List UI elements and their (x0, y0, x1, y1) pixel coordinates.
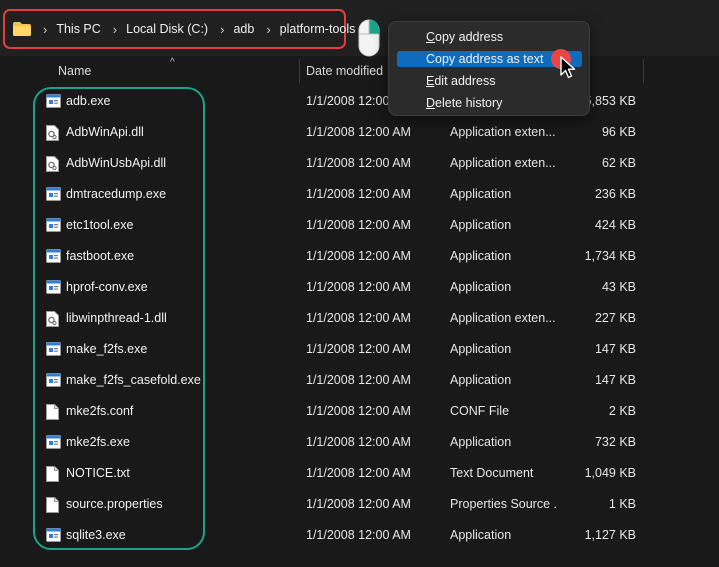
column-name[interactable]: Name (58, 64, 91, 78)
file-date-modified: 1/1/2008 12:00 AM (306, 218, 411, 232)
chevron-right-icon[interactable]: › (113, 22, 117, 37)
file-type: Application exten... (450, 156, 556, 170)
column-date-modified[interactable]: Date modified (306, 64, 383, 78)
file-date-modified: 1/1/2008 12:00 AM (306, 528, 411, 542)
file-size: 1 KB (608, 497, 636, 511)
file-date-modified: 1/1/2008 12:00 AM (306, 373, 411, 387)
menu-label: elete history (435, 96, 503, 110)
chevron-right-icon[interactable]: › (220, 22, 224, 37)
file-size: 147 KB (594, 342, 636, 356)
breadcrumb-local-disk[interactable]: Local Disk (C:) (126, 22, 208, 36)
file-type: Application (450, 528, 512, 542)
menu-label: dit address (434, 74, 496, 88)
file-type: Properties Source ... (450, 497, 558, 511)
menu-accel: D (426, 96, 436, 110)
file-size: 2 KB (608, 404, 636, 418)
file-type: Application (450, 373, 512, 387)
file-date-modified: 1/1/2008 12:00 AM (306, 187, 411, 201)
file-date-modified: 1/1/2008 12:00 AM (306, 156, 411, 170)
file-size: 147 KB (594, 373, 636, 387)
file-size: 1,127 KB (584, 528, 636, 542)
file-type: Application (450, 342, 512, 356)
column-header: ^ Name Date modified (0, 57, 719, 83)
file-size: 1,049 KB (584, 466, 636, 480)
menu-label: Copy address as text (426, 52, 544, 66)
address-highlight: › This PC › Local Disk (C:) › adb › plat… (3, 9, 355, 49)
file-date-modified: 1/1/2008 12:00 AM (306, 311, 411, 325)
file-size: 227 KB (594, 311, 636, 325)
file-date-modified: 1/1/2008 12:00 AM (306, 342, 411, 356)
file-date-modified: 1/1/2008 12:00 AM (306, 497, 411, 511)
menu-label: opy address (435, 30, 504, 44)
file-size: 62 KB (601, 156, 636, 170)
mouse-right-click-icon (358, 19, 380, 57)
file-type: Application (450, 280, 512, 294)
file-size: 5,853 KB (584, 94, 636, 108)
file-date-modified: 1/1/2008 12:00 AM (306, 404, 411, 418)
menu-item-copy-address[interactable]: Copy address (397, 29, 582, 45)
column-divider[interactable] (643, 59, 644, 83)
file-names-highlight (33, 87, 205, 550)
menu-item-edit-address[interactable]: Edit address (397, 73, 582, 89)
chevron-right-icon[interactable]: › (43, 22, 47, 37)
address-bar[interactable]: › This PC › Local Disk (C:) › adb › plat… (0, 0, 719, 57)
file-date-modified: 1/1/2008 12:00 AM (306, 280, 411, 294)
breadcrumb-platform-tools[interactable]: platform-tools (280, 22, 356, 36)
file-type: Application (450, 187, 512, 201)
file-type: Application exten... (450, 311, 556, 325)
file-date-modified: 1/1/2008 12:00 AM (306, 125, 411, 139)
file-size: 96 KB (601, 125, 636, 139)
menu-item-delete-history[interactable]: Delete history (397, 95, 582, 111)
menu-accel: C (426, 30, 436, 44)
folder-icon (13, 22, 31, 36)
file-type: Application exten... (450, 125, 556, 139)
breadcrumb-adb[interactable]: adb (233, 22, 254, 36)
column-divider[interactable] (299, 59, 300, 83)
file-size: 732 KB (594, 435, 636, 449)
file-type: Application (450, 218, 512, 232)
file-type: CONF File (450, 404, 510, 418)
file-size: 236 KB (594, 187, 636, 201)
file-type: Text Document (450, 466, 534, 480)
file-date-modified: 1/1/2008 12:00 AM (306, 249, 411, 263)
breadcrumb-this-pc[interactable]: This PC (56, 22, 100, 36)
file-date-modified: 1/1/2008 12:00 AM (306, 435, 411, 449)
file-size: 424 KB (594, 218, 636, 232)
cursor-arrow-icon (560, 56, 576, 80)
file-date-modified: 1/1/2008 12:00 AM (306, 466, 411, 480)
chevron-right-icon[interactable]: › (266, 22, 270, 37)
file-size: 43 KB (601, 280, 636, 294)
file-type: Application (450, 435, 512, 449)
file-size: 1,734 KB (584, 249, 636, 263)
sort-caret-icon: ^ (170, 57, 175, 68)
file-type: Application (450, 249, 512, 263)
